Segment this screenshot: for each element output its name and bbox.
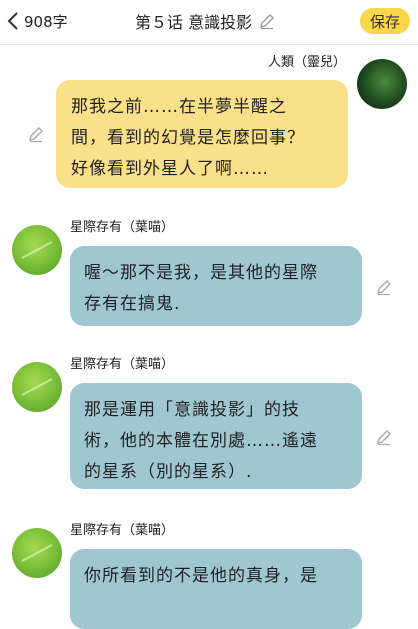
message-line: 喔～那不是我，是其他的星際 — [84, 263, 318, 283]
message-line: 好像看到外星人了啊…… — [71, 159, 269, 179]
edit-icon[interactable] — [375, 278, 393, 296]
avatar[interactable] — [12, 225, 62, 275]
message-line: 的星系（別的星系）. — [84, 462, 253, 482]
sender-name: 星際存有（葉喵） — [70, 220, 175, 235]
message-line: 術，他的本體在別處……遙遠 — [84, 431, 318, 451]
message-bubble[interactable]: 那是運用「意識投影」的技 術，他的本體在別處……遙遠 的星系（別的星系）. — [70, 383, 362, 489]
message-1: 人類（靈兒） 那我之前……在半夢半醒之 間，看到的幻覺是怎麼回事？ 好像看到外星… — [0, 45, 418, 195]
sender-name: 人類（靈兒） — [267, 55, 346, 70]
message-4: 星際存有（葉喵） 你所看到的不是他的真身，是 — [0, 513, 418, 629]
chapter-title: 第５话 意識投影 — [135, 13, 253, 32]
avatar[interactable] — [357, 59, 407, 109]
avatar[interactable] — [12, 528, 62, 578]
message-line: 存有在搞鬼. — [84, 294, 181, 314]
message-bubble[interactable]: 你所看到的不是他的真身，是 — [70, 549, 362, 629]
avatar[interactable] — [12, 362, 62, 412]
edit-icon[interactable] — [375, 428, 393, 446]
chapter-title-area[interactable]: 第５话 意識投影 — [135, 8, 276, 34]
sender-name: 星際存有（葉喵） — [70, 357, 175, 372]
save-button[interactable]: 保存 — [360, 8, 410, 34]
chat-area: 人類（靈兒） 那我之前……在半夢半醒之 間，看到的幻覺是怎麼回事？ 好像看到外星… — [0, 45, 418, 629]
back-button[interactable]: 908字 — [6, 8, 68, 34]
message-bubble[interactable]: 那我之前……在半夢半醒之 間，看到的幻覺是怎麼回事？ 好像看到外星人了啊…… — [56, 80, 348, 188]
title-edit-icon[interactable] — [258, 12, 276, 30]
message-bubble[interactable]: 喔～那不是我，是其他的星際 存有在搞鬼. — [70, 246, 362, 326]
chevron-left-icon — [7, 12, 18, 30]
message-line: 那是運用「意識投影」的技 — [84, 400, 300, 420]
edit-icon[interactable] — [27, 125, 45, 143]
word-count: 908字 — [24, 12, 68, 31]
message-line: 你所看到的不是他的真身，是 — [84, 566, 318, 586]
message-3: 星際存有（葉喵） 那是運用「意識投影」的技 術，他的本體在別處……遙遠 的星系（… — [0, 347, 418, 497]
sender-name: 星際存有（葉喵） — [70, 523, 175, 538]
message-line: 間，看到的幻覺是怎麼回事？ — [71, 128, 305, 148]
top-bar: 908字 第５话 意識投影 保存 — [0, 0, 418, 45]
message-2: 星際存有（葉喵） 喔～那不是我，是其他的星際 存有在搞鬼. — [0, 210, 418, 330]
message-line: 那我之前……在半夢半醒之 — [71, 97, 287, 117]
